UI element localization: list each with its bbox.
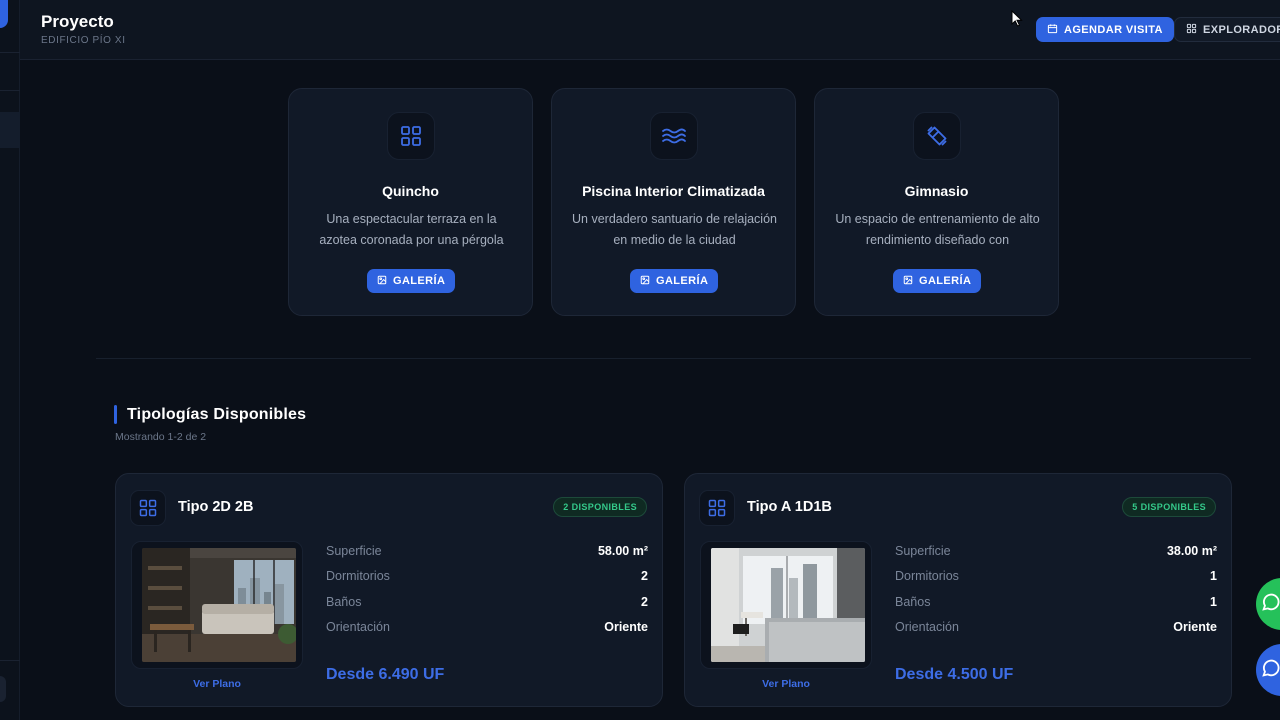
top-header: Proyecto EDIFICIO PÍO XI AGENDAR VISITA …	[20, 0, 1280, 60]
sidebar-logo[interactable]	[0, 0, 8, 28]
sidebar-divider	[0, 52, 20, 53]
spec-value: 58.00 m²	[597, 544, 648, 558]
spec-row: Superficie 38.00 m²	[895, 544, 1217, 569]
sidebar-divider	[0, 660, 20, 661]
project-subtitle: EDIFICIO PÍO XI	[41, 35, 126, 46]
amenity-description: Un verdadero santuario de relajación en …	[572, 212, 777, 247]
results-count: Mostrando 1-2 de 2	[115, 431, 207, 443]
explorer-label: EXPLORADOR 3	[1203, 23, 1280, 36]
gallery-button[interactable]: GALERÍA	[630, 269, 719, 293]
grid-icon	[1186, 23, 1197, 37]
spec-value: Oriente	[604, 620, 648, 635]
whatsapp-button[interactable]	[1256, 578, 1280, 630]
page-title: Proyecto	[41, 12, 114, 31]
spec-row: Baños 2	[326, 595, 648, 620]
spec-row: Orientación Oriente	[895, 620, 1217, 645]
typology-photo[interactable]	[131, 541, 303, 669]
spec-label: Baños	[895, 594, 931, 609]
spec-row: Baños 1	[895, 595, 1217, 620]
grid-icon	[387, 112, 435, 160]
amenity-description: Un espacio de entrenamiento de alto rend…	[835, 212, 1040, 247]
spec-row: Superficie 58.00 m²	[326, 544, 648, 569]
spec-row: Orientación Oriente	[326, 620, 648, 645]
explorer-button[interactable]: EXPLORADOR 3	[1174, 17, 1280, 42]
spec-value: 1	[1210, 594, 1217, 609]
typology-photo[interactable]	[700, 541, 872, 669]
sidebar-divider	[0, 90, 20, 91]
amenity-card-piscina: Piscina Interior Climatizada Un verdader…	[551, 88, 796, 316]
typology-card-2d2b[interactable]: Tipo 2D 2B 2 DISPONIBLES Ver Plano Super…	[115, 473, 663, 707]
grid-icon	[130, 490, 166, 526]
view-floor-plan-link[interactable]: Ver Plano	[131, 678, 303, 690]
amenity-name: Piscina Interior Climatizada	[582, 183, 765, 199]
sidebar	[0, 0, 20, 720]
amenity-card-quincho: Quincho Una espectacular terraza en la a…	[288, 88, 533, 316]
typology-card-a1d1b[interactable]: Tipo A 1D1B 5 DISPONIBLES Ver Plano Supe…	[684, 473, 1232, 707]
sidebar-collapse-handle[interactable]	[0, 676, 6, 702]
spec-value: 1	[1210, 569, 1217, 584]
typology-name: Tipo A 1D1B	[747, 499, 832, 515]
amenity-name: Gimnasio	[904, 183, 969, 199]
image-icon	[640, 275, 650, 288]
schedule-visit-label: AGENDAR VISITA	[1064, 23, 1163, 36]
spec-row: Dormitorios 1	[895, 569, 1217, 594]
availability-badge: 5 DISPONIBLES	[1122, 497, 1216, 517]
typology-price: Desde 4.500 UF	[895, 666, 1014, 683]
spec-label: Superficie	[326, 544, 382, 558]
bedroom-photo-image	[142, 548, 296, 662]
spec-label: Baños	[326, 594, 362, 609]
grid-icon	[699, 490, 735, 526]
section-title: Tipologías Disponibles	[127, 406, 307, 423]
gallery-label: GALERÍA	[656, 275, 709, 287]
typology-price: Desde 6.490 UF	[326, 666, 445, 683]
spec-value: 2	[641, 569, 648, 584]
amenity-name: Quincho	[382, 183, 439, 199]
whatsapp-icon	[1260, 591, 1280, 618]
section-divider	[96, 358, 1251, 359]
typology-specs: Superficie 38.00 m² Dormitorios 1 Baños 1 O…	[895, 544, 1217, 646]
image-icon	[903, 275, 913, 288]
chat-button[interactable]	[1256, 644, 1280, 696]
gallery-button[interactable]: GALERÍA	[893, 269, 982, 293]
spec-label: Orientación	[895, 620, 959, 635]
chat-bubble-icon	[1260, 657, 1280, 684]
spec-label: Orientación	[326, 620, 390, 635]
waves-icon	[650, 112, 698, 160]
spec-row: Dormitorios 2	[326, 569, 648, 594]
dumbbell-icon	[913, 112, 961, 160]
typology-name: Tipo 2D 2B	[178, 499, 254, 515]
sidebar-item-active[interactable]	[0, 112, 20, 148]
spec-value: 2	[641, 594, 648, 609]
gallery-button[interactable]: GALERÍA	[367, 269, 456, 293]
amenity-card-gimnasio: Gimnasio Un espacio de entrenamiento de …	[814, 88, 1059, 316]
image-icon	[377, 275, 387, 288]
spec-label: Dormitorios	[895, 569, 959, 584]
mouse-cursor-icon	[1011, 9, 1023, 32]
view-floor-plan-link[interactable]: Ver Plano	[700, 678, 872, 690]
spec-label: Superficie	[895, 544, 951, 558]
spec-label: Dormitorios	[326, 569, 390, 584]
gallery-label: GALERÍA	[919, 275, 972, 287]
spec-value: 38.00 m²	[1166, 544, 1217, 558]
section-accent-bar	[114, 405, 117, 424]
availability-badge: 2 DISPONIBLES	[553, 497, 647, 517]
typology-specs: Superficie 58.00 m² Dormitorios 2 Baños 2 O…	[326, 544, 648, 646]
bedroom-photo-image	[711, 548, 865, 662]
gallery-label: GALERÍA	[393, 275, 446, 287]
amenity-description: Una espectacular terraza en la azotea co…	[319, 212, 504, 247]
spec-value: Oriente	[1173, 620, 1217, 635]
calendar-icon	[1047, 23, 1058, 37]
schedule-visit-button[interactable]: AGENDAR VISITA	[1036, 17, 1174, 42]
